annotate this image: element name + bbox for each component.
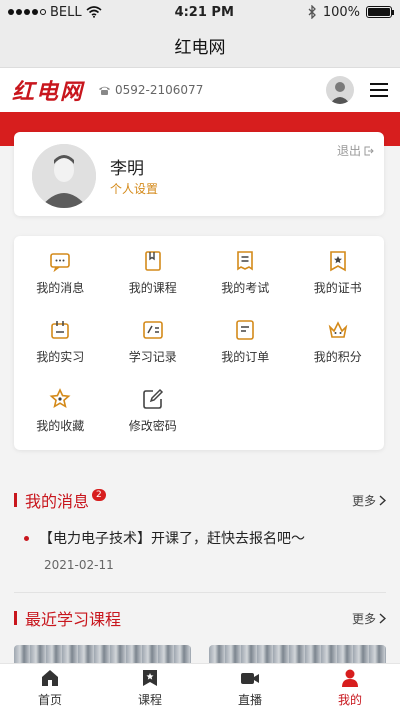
home-icon — [42, 669, 58, 686]
course-icon — [144, 251, 161, 271]
section-divider — [14, 592, 386, 593]
menu-item-orders[interactable]: 我的订单 — [199, 319, 292, 376]
personal-settings-link[interactable]: 个人设置 — [110, 180, 158, 197]
signal-icon — [8, 9, 46, 15]
tab-home[interactable]: 首页 — [0, 664, 100, 711]
phone-icon — [99, 86, 111, 95]
tab-live[interactable]: 直播 — [200, 664, 300, 711]
tab-label: 课程 — [137, 692, 162, 707]
tab-label: 首页 — [37, 692, 62, 707]
status-left: BELL — [8, 5, 102, 20]
status-right: 100% — [307, 4, 394, 20]
menu-item-label: 我的积分 — [313, 350, 362, 364]
phone-number: 0592-2106077 — [115, 83, 204, 97]
user-avatar[interactable] — [32, 144, 96, 208]
exam-icon — [237, 251, 254, 271]
profile-icon — [342, 669, 358, 687]
message-item[interactable]: 【电力电子技术】开课了，赶快去报名吧～ 2021-02-11 — [24, 528, 384, 572]
tab-courses[interactable]: 课程 — [100, 664, 200, 711]
nav-bar: 红电网 — [0, 24, 400, 68]
live-icon — [241, 672, 259, 684]
menu-item-change-password[interactable]: 修改密码 — [107, 388, 200, 445]
messages-badge: 2 — [92, 489, 106, 501]
user-name: 李明 — [110, 159, 144, 179]
logout-label: 退出 — [336, 144, 361, 158]
hamburger-icon[interactable] — [370, 83, 388, 97]
internship-icon — [51, 321, 70, 339]
menu-item-label: 修改密码 — [128, 419, 177, 433]
battery-icon — [366, 6, 394, 18]
chevron-right-icon — [379, 494, 386, 506]
menu-item-label: 我的消息 — [36, 281, 85, 295]
menu-item-certificates[interactable]: 我的证书 — [292, 250, 385, 307]
menu-item-points[interactable]: 我的积分 — [292, 319, 385, 376]
chevron-right-icon — [379, 612, 386, 624]
section-accent-bar — [14, 493, 17, 507]
menu-item-label: 我的实习 — [36, 350, 85, 364]
courses-section-title: 最近学习课程 — [25, 610, 122, 629]
wifi-icon — [86, 6, 102, 18]
menu-item-label: 我的收藏 — [36, 419, 85, 433]
avatar-icon[interactable] — [326, 76, 354, 104]
message-date: 2021-02-11 — [44, 558, 114, 572]
bluetooth-icon — [308, 5, 316, 19]
menu-item-internship[interactable]: 我的实习 — [14, 319, 107, 376]
menu-card: 我的消息 我的课程 我的考试 我的证书 我的实习 学习记录 我的订单 我的积分 … — [14, 236, 384, 450]
menu-item-messages[interactable]: 我的消息 — [14, 250, 107, 307]
courses-more-link[interactable]: 更多 — [352, 610, 386, 627]
more-label: 更多 — [351, 493, 376, 508]
messages-section-header: 我的消息 2 更多 — [14, 488, 386, 512]
tab-bar: 首页 课程 直播 我的 — [0, 663, 400, 711]
message-title-row: 【电力电子技术】开课了，赶快去报名吧～ — [24, 528, 384, 548]
points-icon — [328, 321, 348, 338]
menu-item-label: 学习记录 — [128, 350, 177, 364]
menu-item-label: 我的课程 — [128, 281, 177, 295]
messages-section-title: 我的消息 — [25, 492, 90, 511]
profile-card: 李明 个人设置 退出 — [14, 132, 384, 216]
carrier-name: BELL — [50, 4, 82, 20]
more-label: 更多 — [351, 611, 376, 626]
menu-item-exams[interactable]: 我的考试 — [199, 250, 292, 307]
certificate-icon — [329, 251, 346, 272]
status-bar: BELL 4:21 PM 100% — [0, 0, 400, 24]
message-bullet — [24, 535, 29, 541]
battery-percent: 100% — [322, 4, 360, 20]
favorite-icon — [49, 388, 71, 409]
course-tab-icon — [143, 669, 157, 686]
menu-item-favorites[interactable]: 我的收藏 — [14, 388, 107, 445]
menu-item-label: 我的订单 — [221, 350, 270, 364]
edit-password-icon — [142, 388, 163, 409]
phone-info: 0592-2106077 — [98, 83, 203, 97]
logout-icon — [364, 146, 374, 155]
menu-item-label: 我的考试 — [221, 281, 270, 295]
menu-grid: 我的消息 我的课程 我的考试 我的证书 我的实习 学习记录 我的订单 我的积分 … — [14, 250, 384, 445]
section-accent-bar — [14, 611, 17, 625]
site-header: 红电网 0592-2106077 — [0, 68, 400, 112]
study-record-icon — [142, 321, 163, 339]
courses-section-header: 最近学习课程 更多 — [14, 606, 386, 630]
message-title: 【电力电子技术】开课了，赶快去报名吧～ — [39, 531, 305, 547]
status-time: 4:21 PM — [174, 4, 234, 20]
tab-label: 我的 — [337, 692, 362, 707]
tab-label: 直播 — [237, 692, 262, 707]
menu-item-label: 我的证书 — [313, 281, 362, 295]
order-icon — [236, 320, 255, 340]
menu-item-study-record[interactable]: 学习记录 — [107, 319, 200, 376]
site-logo[interactable]: 红电网 — [12, 74, 84, 106]
nav-title: 红电网 — [174, 38, 226, 58]
message-icon — [50, 253, 71, 272]
logout-button[interactable]: 退出 — [337, 142, 374, 159]
tab-profile[interactable]: 我的 — [300, 664, 400, 711]
battery-fill — [368, 8, 390, 16]
messages-more-link[interactable]: 更多 — [352, 492, 386, 509]
menu-item-courses[interactable]: 我的课程 — [107, 250, 200, 307]
